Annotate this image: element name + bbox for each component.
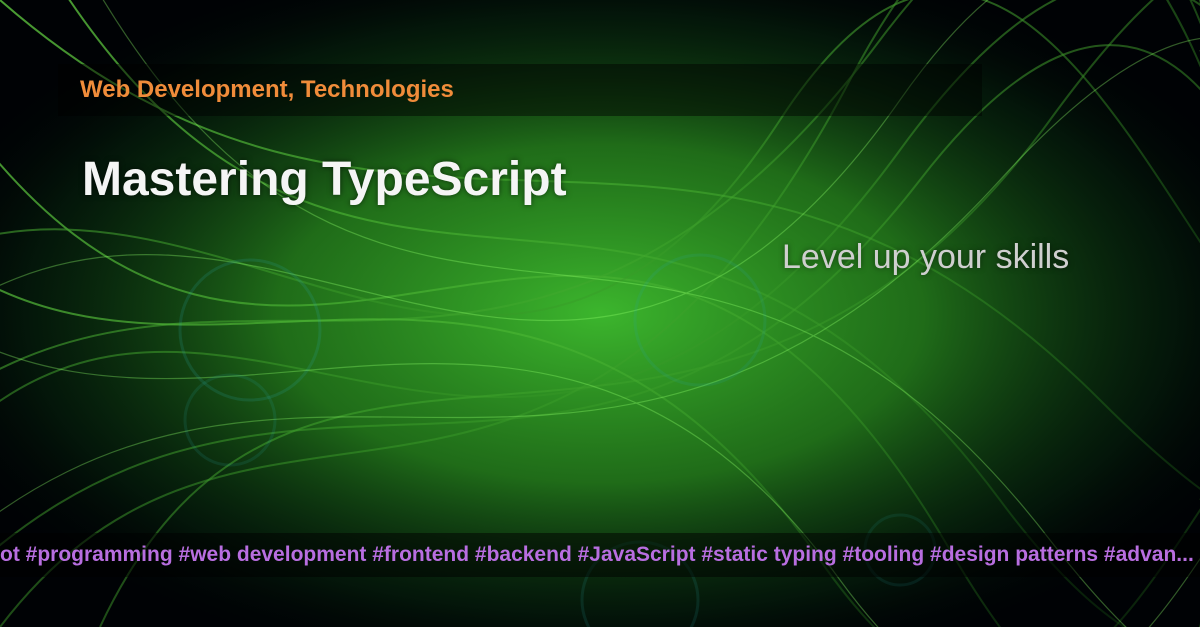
promo-card: Web Development, Technologies Mastering …: [0, 0, 1200, 627]
subtitle: Level up your skills: [782, 238, 1069, 277]
tags-text: ot #programming #web development #fronte…: [0, 543, 1194, 567]
category-text: Web Development, Technologies: [80, 76, 454, 104]
title: Mastering TypeScript: [82, 152, 567, 207]
category-bar: Web Development, Technologies: [58, 64, 982, 116]
tags-bar: ot #programming #web development #fronte…: [0, 533, 1200, 577]
